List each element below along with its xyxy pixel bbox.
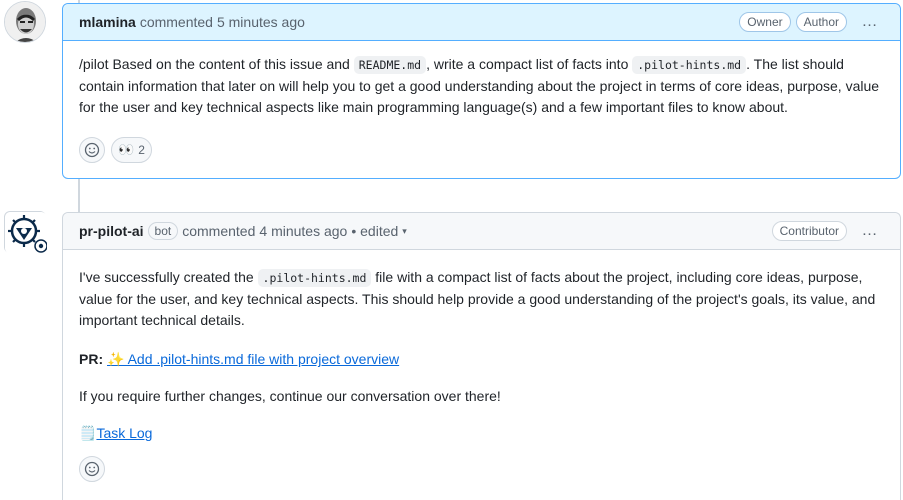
- body-text: /pilot Based on the content of this issu…: [79, 56, 354, 72]
- comment-body: /pilot Based on the content of this issu…: [63, 41, 900, 118]
- smiley-icon: [84, 461, 100, 477]
- author-label: Author: [795, 12, 847, 32]
- eyes-reaction-button[interactable]: 👀 2: [111, 137, 152, 163]
- pr-label: PR:: [79, 351, 104, 367]
- reactions-bar: 👀 2: [63, 137, 168, 163]
- edited-dropdown[interactable]: • edited: [351, 223, 398, 239]
- eyes-icon: 👀: [118, 142, 135, 157]
- reaction-count: 2: [138, 143, 145, 157]
- comment-author[interactable]: pr-pilot-ai: [79, 223, 144, 239]
- comment-body: I've successfully created the .pilot-hin…: [63, 250, 900, 444]
- bot-label: bot: [147, 222, 179, 240]
- add-reaction-button[interactable]: [79, 137, 105, 163]
- comment-action: commented: [182, 223, 256, 239]
- comment-timestamp[interactable]: 4 minutes ago: [259, 223, 347, 239]
- body-text: I've successfully created the: [79, 269, 258, 285]
- task-log-link[interactable]: Task Log: [96, 425, 152, 441]
- inline-code: .pilot-hints.md: [632, 56, 747, 74]
- owner-label: Owner: [739, 12, 791, 32]
- comment-header: pr-pilot-ai bot commented 4 minutes ago …: [63, 213, 900, 250]
- inline-code: README.md: [353, 56, 427, 74]
- comment-action: commented: [139, 14, 213, 30]
- comment-timestamp[interactable]: 5 minutes ago: [217, 14, 305, 30]
- comment-author[interactable]: mlamina: [79, 14, 136, 30]
- followup-text: If you require further changes, continue…: [79, 388, 501, 404]
- reactions-bar: [63, 456, 121, 482]
- notepad-icon: 🗒️: [79, 425, 97, 441]
- add-reaction-button[interactable]: [79, 456, 105, 482]
- comment-pr-pilot-ai: pr-pilot-ai bot commented 4 minutes ago …: [62, 212, 901, 500]
- caret-down-icon[interactable]: ▾: [402, 226, 407, 237]
- inline-code: .pilot-hints.md: [257, 269, 372, 287]
- more-options-icon[interactable]: …: [856, 13, 884, 31]
- smiley-icon: [84, 142, 100, 158]
- comment-mlamina: mlamina commented 5 minutes ago Owner Au…: [62, 3, 901, 179]
- pr-pilot-ai-avatar[interactable]: [4, 211, 48, 254]
- body-text: , write a compact list of facts into: [426, 56, 633, 72]
- contributor-label: Contributor: [771, 221, 847, 241]
- pr-link[interactable]: ✨ Add .pilot-hints.md file with project …: [107, 351, 399, 367]
- comment-header: mlamina commented 5 minutes ago Owner Au…: [63, 4, 900, 41]
- mlamina-avatar[interactable]: [4, 1, 46, 43]
- more-options-icon[interactable]: …: [856, 222, 884, 240]
